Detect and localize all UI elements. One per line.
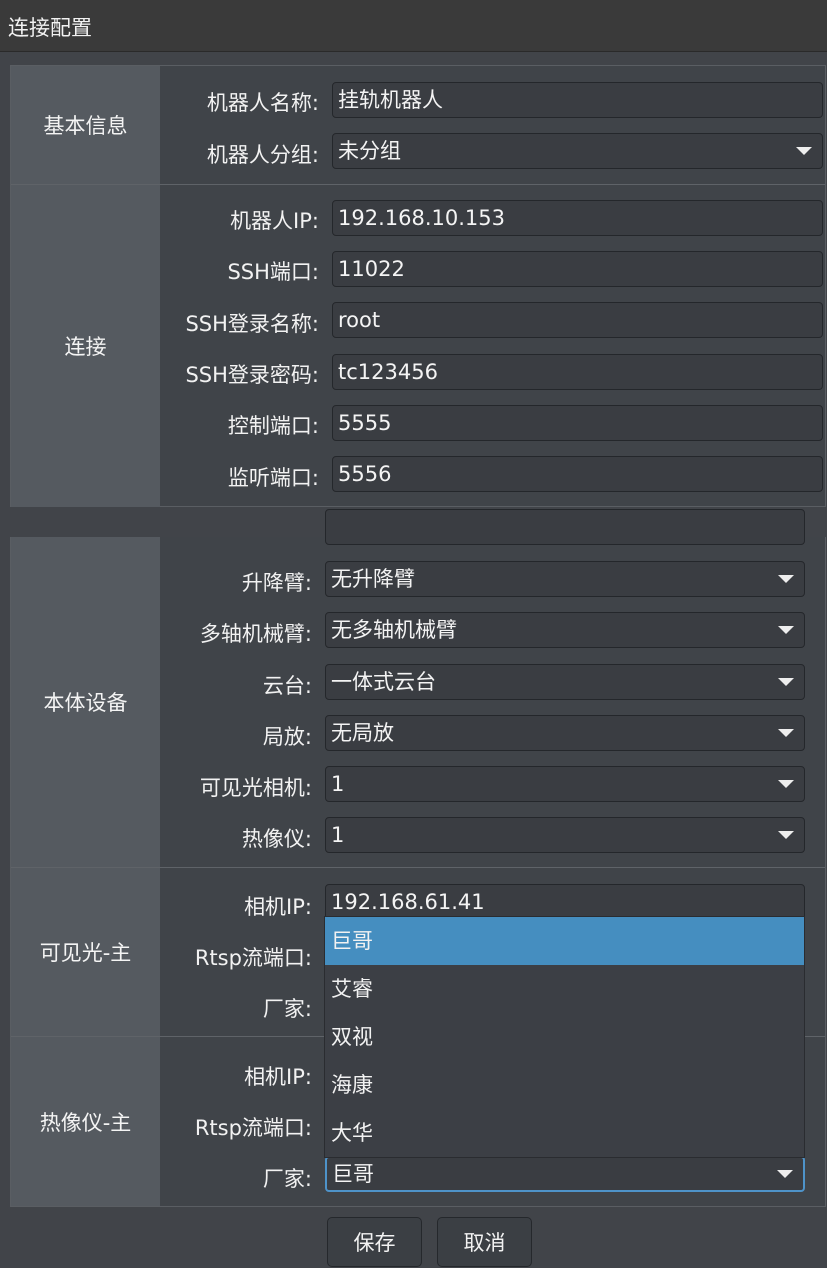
- chevron-down-icon: [796, 147, 812, 155]
- window-title: 连接配置: [8, 16, 92, 40]
- section-label-basic: 基本信息: [11, 66, 160, 184]
- thermal-imager-value: 1: [331, 823, 345, 847]
- cut-off-select[interactable]: [325, 509, 805, 545]
- local-release-value: 无局放: [331, 721, 394, 745]
- cancel-button[interactable]: 取消: [437, 1217, 532, 1267]
- ptz-select[interactable]: 一体式云台: [325, 664, 805, 700]
- section-label-thermal-main: 热像仪-主: [11, 1037, 160, 1206]
- section-label-connection: 连接: [11, 185, 160, 507]
- section-label-visible-main: 可见光-主: [11, 868, 160, 1036]
- local-release-label: 局放:: [262, 725, 312, 749]
- dropdown-option[interactable]: 艾睿: [325, 965, 804, 1013]
- chevron-down-icon: [778, 729, 794, 737]
- visible-camera-ip-input[interactable]: 192.168.61.41: [325, 884, 805, 920]
- multi-axis-arm-value: 无多轴机械臂: [331, 618, 457, 642]
- panel-basic-connection: 基本信息 连接 机器人名称: 挂轨机器人 机器人分组: 未分组 机器人IP: 1…: [10, 65, 826, 507]
- robot-ip-input[interactable]: 192.168.10.153: [332, 200, 823, 236]
- dropdown-option[interactable]: 海康: [325, 1061, 804, 1109]
- ptz-value: 一体式云台: [331, 670, 436, 694]
- thermal-imager-label: 热像仪:: [241, 827, 312, 851]
- thermal-vendor-select[interactable]: 巨哥: [325, 1156, 805, 1192]
- visible-camera-ip-label: 相机IP:: [244, 895, 312, 919]
- section-label-body-device: 本体设备: [11, 537, 160, 867]
- control-port-input[interactable]: 5555: [332, 405, 823, 441]
- ssh-port-label: SSH端口:: [227, 260, 319, 284]
- visible-camera-label: 可见光相机:: [199, 776, 312, 800]
- listen-port-label: 监听端口:: [227, 466, 319, 490]
- chevron-down-icon: [778, 678, 794, 686]
- chevron-down-icon: [778, 575, 794, 583]
- ssh-port-input[interactable]: 11022: [332, 251, 823, 287]
- ssh-user-input[interactable]: root: [332, 302, 823, 338]
- lift-arm-label: 升降臂:: [241, 571, 312, 595]
- title-bar: 连接配置: [0, 0, 827, 52]
- chevron-down-icon: [778, 626, 794, 634]
- visible-rtsp-port-label: Rtsp流端口:: [194, 946, 312, 970]
- thermal-imager-select[interactable]: 1: [325, 817, 805, 853]
- multi-axis-arm-select[interactable]: 无多轴机械臂: [325, 612, 805, 648]
- multi-axis-arm-label: 多轴机械臂:: [199, 622, 312, 646]
- dropdown-option[interactable]: 双视: [325, 1013, 804, 1061]
- chevron-down-icon: [777, 1170, 793, 1178]
- robot-group-label: 机器人分组:: [206, 143, 319, 167]
- dropdown-option[interactable]: 大华: [325, 1109, 804, 1157]
- visible-vendor-label: 厂家:: [262, 997, 312, 1021]
- ssh-user-label: SSH登录名称:: [185, 312, 319, 336]
- local-release-select[interactable]: 无局放: [325, 715, 805, 751]
- robot-name-input[interactable]: 挂轨机器人: [332, 82, 823, 118]
- listen-port-input[interactable]: 5556: [332, 456, 823, 492]
- lift-arm-select[interactable]: 无升降臂: [325, 561, 805, 597]
- chevron-down-icon: [778, 831, 794, 839]
- thermal-vendor-label: 厂家:: [262, 1167, 312, 1191]
- chevron-down-icon: [778, 780, 794, 788]
- robot-group-select[interactable]: 未分组: [332, 133, 823, 169]
- robot-ip-label: 机器人IP:: [230, 209, 319, 233]
- robot-name-label: 机器人名称:: [206, 91, 319, 115]
- thermal-rtsp-port-label: Rtsp流端口:: [194, 1116, 312, 1140]
- visible-camera-value: 1: [331, 772, 345, 796]
- robot-group-value: 未分组: [338, 139, 401, 163]
- dropdown-option[interactable]: 巨哥: [325, 917, 804, 965]
- lift-arm-value: 无升降臂: [331, 567, 415, 591]
- vendor-dropdown-list: 巨哥 艾睿 双视 海康 大华: [324, 916, 805, 1158]
- thermal-camera-ip-label: 相机IP:: [244, 1065, 312, 1089]
- ptz-label: 云台:: [262, 674, 312, 698]
- control-port-label: 控制端口:: [227, 414, 319, 438]
- visible-camera-select[interactable]: 1: [325, 766, 805, 802]
- thermal-vendor-value: 巨哥: [332, 1162, 374, 1186]
- ssh-password-label: SSH登录密码:: [185, 363, 319, 387]
- save-button[interactable]: 保存: [327, 1217, 422, 1267]
- ssh-password-input[interactable]: tc123456: [332, 354, 823, 390]
